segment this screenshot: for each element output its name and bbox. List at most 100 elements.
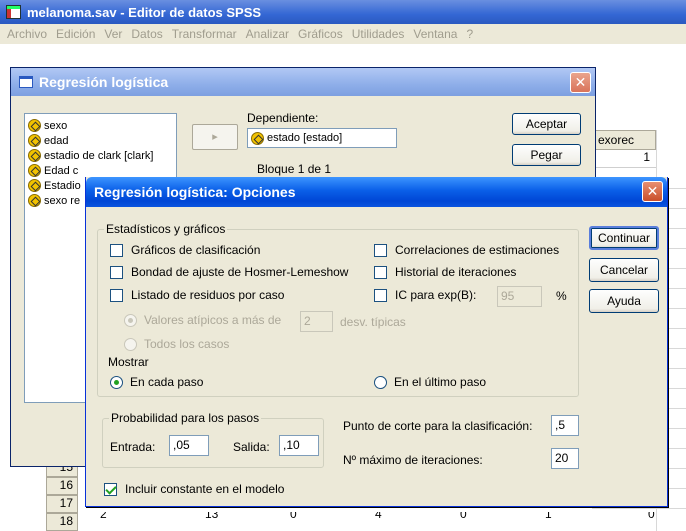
variable-label: Estadio [44,179,81,192]
variable-label: sexo re [44,194,81,207]
row-number-18[interactable]: 18 [46,513,78,531]
data-cell[interactable]: 13 [205,512,218,519]
checkbox-label: Incluir constante en el modelo [125,482,285,496]
menu-help[interactable]: ? [463,27,479,41]
checkbox-box [374,265,387,279]
menu-bar: Archivo Edición Ver Datos Transformar An… [0,24,686,44]
checkbox-label: Gráficos de clasificación [131,243,261,257]
outliers-suffix: desv. típicas [340,315,406,329]
ordinal-variable-icon [28,164,41,177]
outliers-radio[interactable]: Valores atípicos a más de [124,313,281,327]
checkbox-box [110,243,123,257]
data-cell[interactable]: 1 [592,150,656,168]
options-dialog: Regresión logística: Opciones ✕ Estadíst… [85,177,668,507]
options-dialog-title: Regresión logística: Opciones [94,184,296,200]
removal-probability-field[interactable]: ,10 [279,435,319,456]
menu-ver[interactable]: Ver [101,27,128,41]
dependent-label: Dependiente: [247,111,319,125]
ordinal-variable-icon [251,131,264,145]
list-item[interactable]: edad [25,133,176,148]
casewise-residuals-checkbox[interactable]: Listado de residuos por caso [110,288,284,302]
pegar-button[interactable]: Pegar [512,144,581,166]
display-last-step-radio[interactable]: En el último paso [374,375,486,389]
menu-graficos[interactable]: Gráficos [295,27,349,41]
data-cell[interactable]: 0 [290,512,297,519]
checkbox-box [374,288,387,302]
max-iterations-label: Nº máximo de iteraciones: [343,453,483,467]
menu-analizar[interactable]: Analizar [243,27,295,41]
all-cases-radio[interactable]: Todos los casos [124,337,229,351]
ci-unit-label: % [556,289,567,303]
entry-label: Entrada: [110,440,156,454]
ci-exp-b-checkbox[interactable]: IC para exp(B): [374,288,476,302]
hosmer-lemeshow-checkbox[interactable]: Bondad de ajuste de Hosmer-Lemeshow [110,265,348,279]
block-label: Bloque 1 de 1 [257,162,332,176]
options-dialog-titlebar: Regresión logística: Opciones [86,177,667,207]
menu-ventana[interactable]: Ventana [410,27,463,41]
display-last-step-label: En el último paso [394,375,487,389]
step-probability-label: Probabilidad para los pasos [109,411,262,425]
checkbox-label: Listado de residuos por caso [131,288,285,302]
menu-edicion[interactable]: Edición [53,27,101,41]
close-icon[interactable]: ✕ [570,72,591,93]
cancelar-button[interactable]: Cancelar [589,258,659,282]
aceptar-button[interactable]: Aceptar [512,113,581,135]
include-constant-checkbox[interactable]: Incluir constante en el modelo [104,482,284,496]
max-iterations-field[interactable]: 20 [551,448,579,469]
all-cases-label: Todos los casos [144,337,230,351]
checkbox-label: Bondad de ajuste de Hosmer-Lemeshow [131,265,349,279]
dependent-value: estado [estado] [267,132,343,144]
removal-label: Salida: [233,440,270,454]
ci-level-field[interactable]: 95 [497,286,542,307]
logistic-dialog-titlebar: Regresión logística [11,68,595,96]
iteration-history-checkbox[interactable]: Historial de iteraciones [374,265,516,279]
checkbox-box [104,482,117,496]
checkbox-label: IC para exp(B): [395,288,477,302]
ayuda-button[interactable]: Ayuda [589,289,659,313]
checkbox-box [374,243,387,257]
list-item[interactable]: estadio de clark [clark] [25,148,176,163]
radio-dot [110,375,123,389]
menu-transformar[interactable]: Transformar [169,27,243,41]
variable-label: Edad c [44,164,79,177]
menu-archivo[interactable]: Archivo [4,27,53,41]
column-header-exorec[interactable]: exorec [592,130,656,150]
checkbox-label: Historial de iteraciones [395,265,517,279]
radio-dot [124,313,137,327]
window-icon [19,76,33,88]
row-number-17[interactable]: 17 [46,495,78,513]
list-item[interactable]: sexo [25,118,176,133]
close-icon[interactable]: ✕ [642,181,663,202]
statistics-group-label: Estadísticos y gráficos [104,222,228,236]
variable-label: sexo [44,119,68,132]
entry-probability-field[interactable]: ,05 [169,435,209,456]
data-cell[interactable]: 4 [375,512,382,519]
data-cell[interactable]: 0 [460,512,467,519]
logistic-dialog-title: Regresión logística [39,74,169,90]
list-item[interactable]: Edad c [25,163,176,178]
menu-datos[interactable]: Datos [128,27,168,41]
ordinal-variable-icon [28,119,41,132]
continuar-button[interactable]: Continuar [589,226,659,250]
variable-label: estadio de clark [clark] [44,149,154,162]
classification-plots-checkbox[interactable]: Gráficos de clasificación [110,243,260,257]
estimate-correlations-checkbox[interactable]: Correlaciones de estimaciones [374,243,559,257]
cutoff-label: Punto de corte para la clasificación: [343,419,533,433]
move-variable-button[interactable]: ▸ [192,124,238,150]
ordinal-variable-icon [28,134,41,147]
data-cell[interactable]: 2 [100,512,107,519]
cutoff-field[interactable]: ,5 [551,415,579,436]
grid-line [592,508,686,509]
menu-utilidades[interactable]: Utilidades [349,27,411,41]
outliers-sd-field[interactable]: 2 [300,311,333,332]
ordinal-variable-icon [28,194,41,207]
ordinal-variable-icon [28,149,41,162]
display-each-step-radio[interactable]: En cada paso [110,375,203,389]
data-cell[interactable]: 1 [545,512,552,519]
ordinal-variable-icon [28,179,41,192]
variable-label: edad [44,134,69,147]
display-group-label: Mostrar [106,355,151,369]
dependent-field[interactable]: estado [estado] [247,128,397,148]
row-number-16[interactable]: 16 [46,477,78,495]
data-cell[interactable]: 0 [648,512,655,519]
